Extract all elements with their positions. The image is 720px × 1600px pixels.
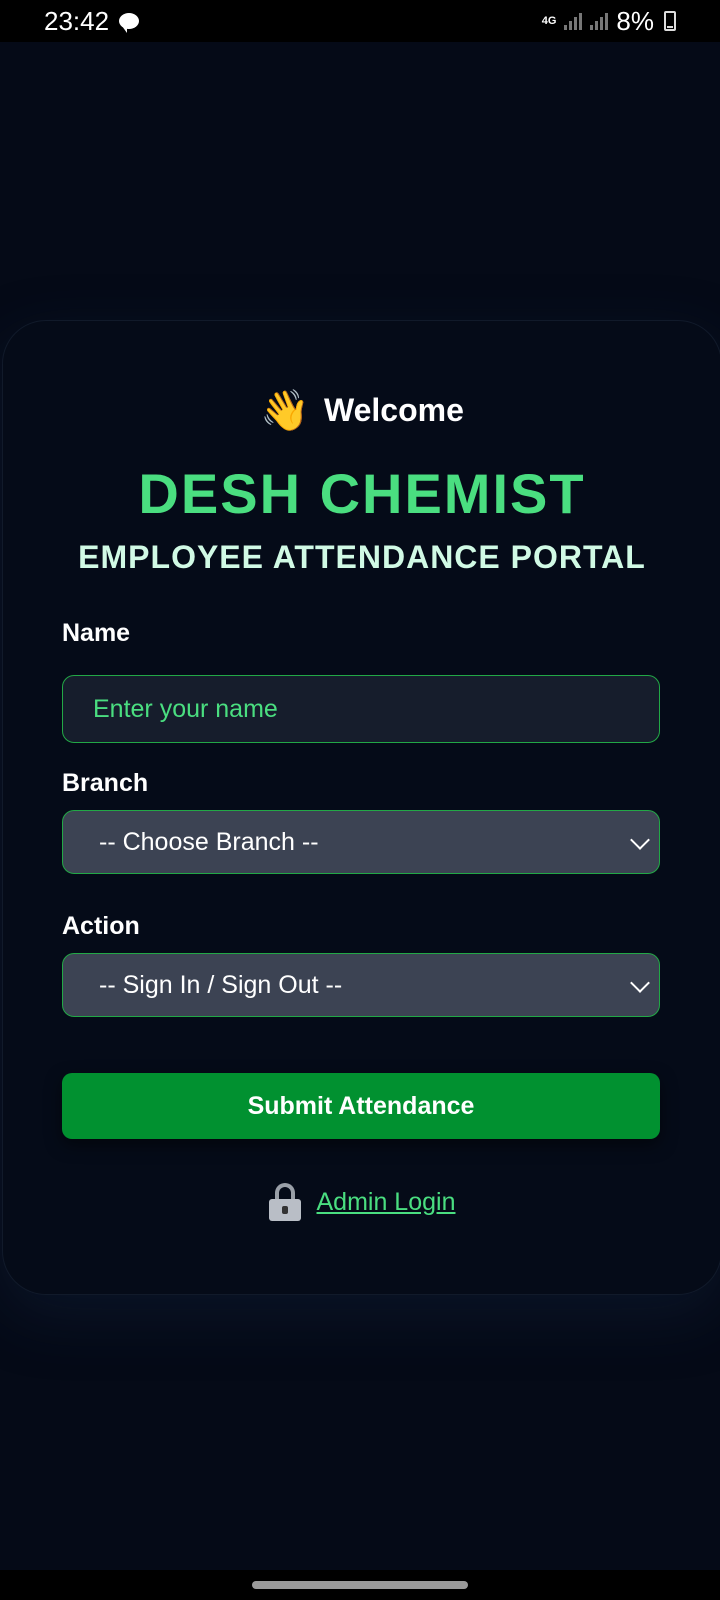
branch-select[interactable]: -- Choose Branch -- <box>62 810 660 874</box>
lock-icon <box>268 1183 301 1221</box>
brand-title: DESH CHEMIST <box>138 462 586 525</box>
battery-percent: 8% <box>616 5 654 36</box>
submit-attendance-button[interactable]: Submit Attendance <box>62 1073 660 1139</box>
waving-hand-icon: 👋 <box>260 389 310 433</box>
name-label: Name <box>62 619 131 647</box>
attendance-card: 👋 Welcome DESH CHEMIST EMPLOYEE ATTENDAN… <box>2 320 720 1295</box>
status-right: 4G 8% <box>542 6 676 37</box>
home-indicator[interactable] <box>252 1581 468 1589</box>
status-bar: 23:42 4G 8% <box>0 0 720 42</box>
status-left: 23:42 <box>44 5 140 37</box>
status-time: 23:42 <box>44 5 110 36</box>
admin-login-row: Admin Login <box>3 1183 720 1221</box>
signal-icon <box>564 12 583 30</box>
portal-subtitle: EMPLOYEE ATTENDANCE PORTAL <box>78 539 646 575</box>
name-field <box>62 675 660 743</box>
branch-select-value: -- Choose Branch -- <box>99 827 319 856</box>
name-input[interactable] <box>63 676 659 742</box>
action-select-value: -- Sign In / Sign Out -- <box>99 970 343 999</box>
action-label: Action <box>62 912 140 940</box>
chat-bubble-icon <box>119 13 140 33</box>
welcome-heading: 👋 Welcome <box>3 387 720 434</box>
action-select[interactable]: -- Sign In / Sign Out -- <box>62 953 660 1017</box>
branch-label: Branch <box>62 769 149 797</box>
battery-icon <box>664 11 676 31</box>
chevron-down-icon <box>630 830 650 850</box>
network-type: 4G <box>541 15 557 27</box>
signal-icon-2 <box>590 12 609 30</box>
welcome-text: Welcome <box>323 392 464 428</box>
admin-login-link[interactable]: Admin Login <box>317 1188 456 1217</box>
chevron-down-icon <box>630 973 650 993</box>
